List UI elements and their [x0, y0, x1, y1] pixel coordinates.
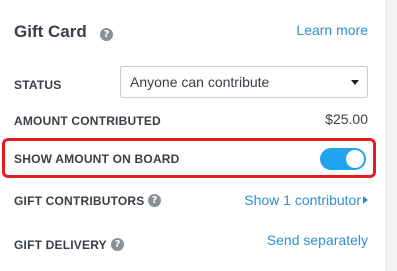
caret-down-icon — [351, 80, 359, 85]
status-label: STATUS — [14, 78, 62, 92]
panel-header: Gift Card ? Learn more — [14, 22, 368, 44]
panel-title: Gift Card — [14, 22, 87, 41]
amount-value: $25.00 — [325, 111, 368, 127]
question-circle-icon[interactable]: ? — [100, 28, 113, 41]
question-circle-icon[interactable]: ? — [111, 238, 124, 251]
scrollbar[interactable] — [386, 0, 397, 271]
contributors-label: GIFT CONTRIBUTORS — [14, 194, 145, 208]
contributors-row: GIFT CONTRIBUTORS ? Show 1 contributor — [14, 191, 368, 211]
status-select[interactable]: Anyone can contribute — [120, 66, 368, 98]
show-amount-toggle[interactable] — [320, 148, 366, 170]
question-circle-icon[interactable]: ? — [148, 194, 161, 207]
caret-right-icon — [363, 196, 368, 204]
show-contributors-label: Show 1 contributor — [244, 192, 361, 208]
delivery-row: GIFT DELIVERY ? Send separately — [14, 232, 368, 254]
status-select-value: Anyone can contribute — [130, 74, 270, 90]
send-separately-link[interactable]: Send separately — [267, 232, 368, 248]
show-amount-label: SHOW AMOUNT ON BOARD — [14, 152, 180, 166]
amount-label: AMOUNT CONTRIBUTED — [14, 114, 161, 128]
amount-row: AMOUNT CONTRIBUTED $25.00 — [14, 110, 368, 130]
status-row: STATUS Anyone can contribute — [14, 66, 368, 100]
toggle-knob — [346, 150, 364, 168]
gift-card-panel: Gift Card ? Learn more STATUS Anyone can… — [0, 0, 386, 271]
show-amount-row: SHOW AMOUNT ON BOARD — [14, 147, 368, 171]
delivery-label: GIFT DELIVERY — [14, 238, 107, 252]
learn-more-link[interactable]: Learn more — [296, 22, 368, 38]
show-contributors-link[interactable]: Show 1 contributor — [244, 192, 368, 208]
